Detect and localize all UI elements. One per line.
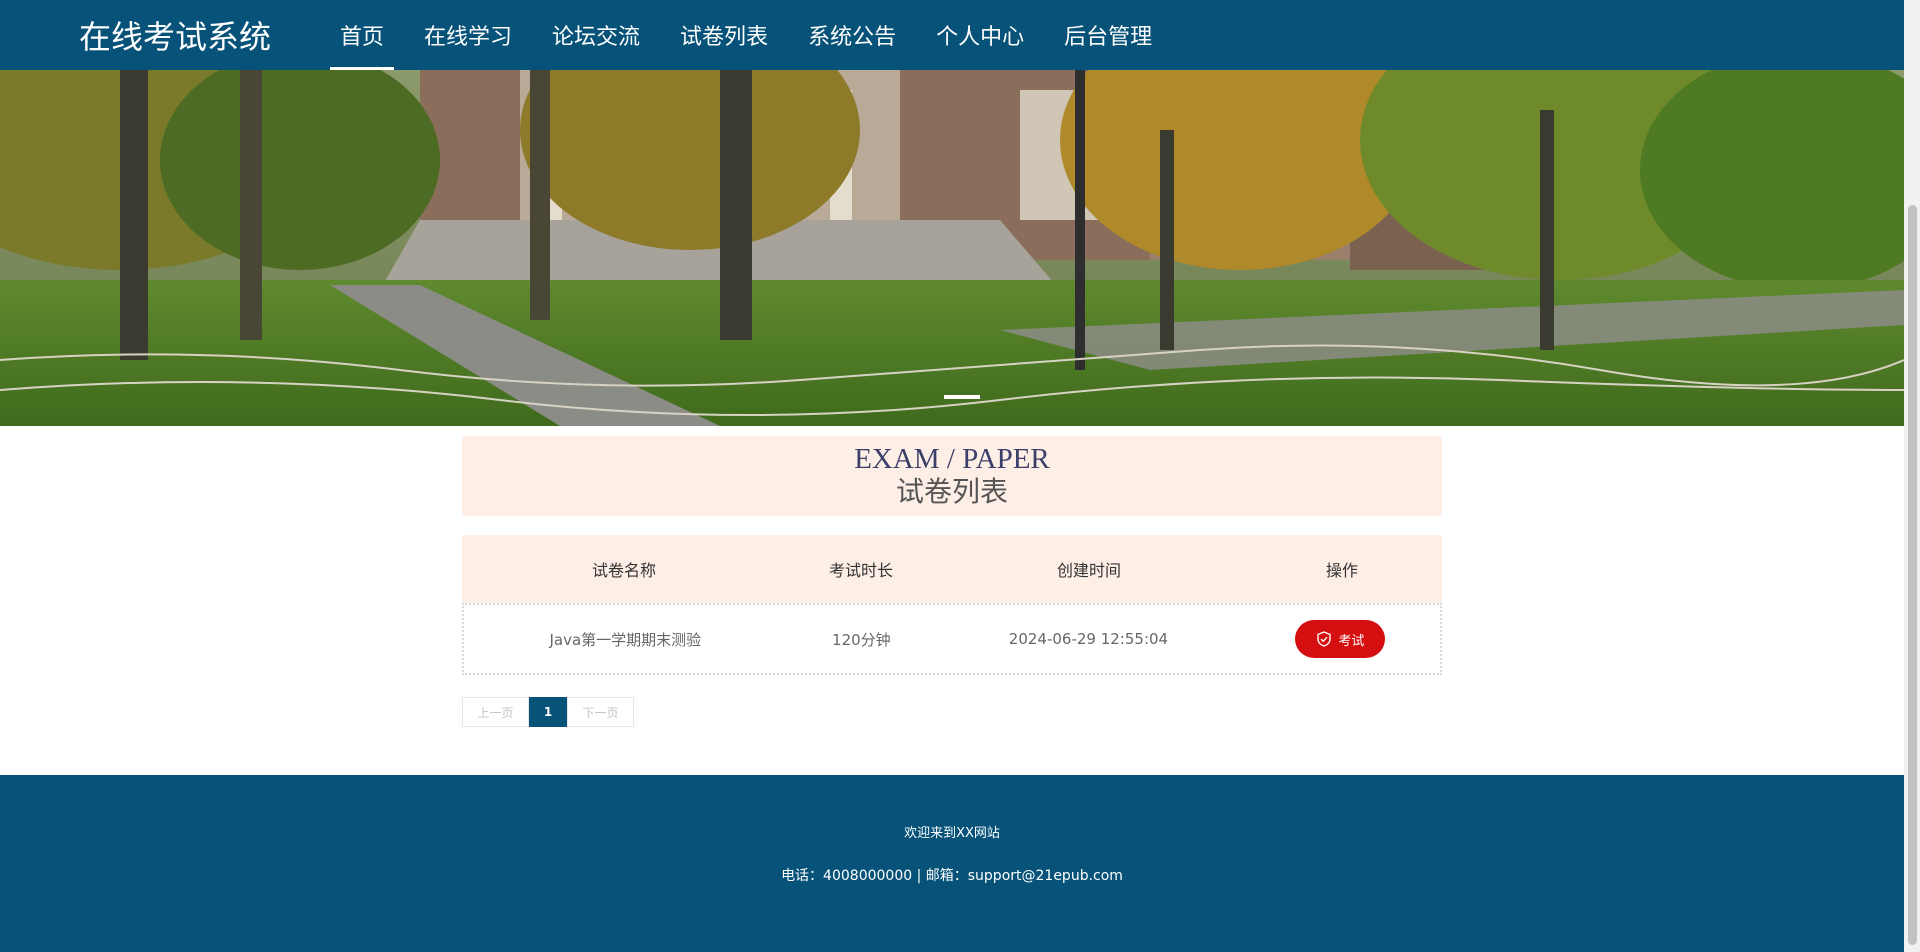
section-title-en: EXAM / PAPER (854, 443, 1050, 475)
nav-item-home[interactable]: 首页 (322, 0, 402, 70)
cell-action: 考试 (1241, 620, 1440, 658)
section-title-cn: 试卷列表 (895, 475, 1008, 508)
nav-item-personal-center[interactable]: 个人中心 (918, 0, 1042, 70)
header-action: 操作 (1325, 561, 1358, 580)
header-duration: 考试时长 (828, 561, 893, 580)
page-scrollbar[interactable] (1904, 0, 1920, 952)
main-nav: 首页 在线学习 论坛交流 试卷列表 系统公告 个人中心 后台管理 (322, 0, 1174, 70)
hero-banner (0, 70, 1904, 426)
nav-item-announcements[interactable]: 系统公告 (790, 0, 914, 70)
shield-check-icon (1317, 631, 1332, 647)
paper-table: 试卷名称 考试时长 创建时间 操作 Java第一学期期末测验 120分钟 202… (462, 535, 1442, 675)
header-created-time: 创建时间 (1056, 561, 1121, 580)
site-footer: 欢迎来到XX网站 电话：4008000000 | 邮箱：support@21ep… (0, 775, 1904, 952)
pagination: 上一页 1 下一页 (462, 697, 634, 727)
nav-item-paper-list[interactable]: 试卷列表 (662, 0, 786, 70)
prev-page-button[interactable]: 上一页 (462, 697, 529, 727)
nav-item-admin[interactable]: 后台管理 (1046, 0, 1170, 70)
next-page-button[interactable]: 下一页 (567, 697, 634, 727)
cell-paper-name: Java第一学期期末测验 (549, 630, 702, 649)
table-row: Java第一学期期末测验 120分钟 2024-06-29 12:55:04 考… (462, 603, 1442, 675)
section-title-block: EXAM / PAPER 试卷列表 (462, 436, 1442, 516)
scrollbar-thumb[interactable] (1908, 205, 1917, 945)
cell-created-time: 2024-06-29 12:55:04 (1008, 630, 1169, 648)
cell-duration: 120分钟 (832, 630, 891, 649)
top-navigation-bar: 在线考试系统 首页 在线学习 论坛交流 试卷列表 系统公告 个人中心 后台管理 (0, 0, 1904, 70)
nav-item-online-learning[interactable]: 在线学习 (406, 0, 530, 70)
start-exam-button[interactable]: 考试 (1295, 620, 1386, 658)
footer-contact-text: 电话：4008000000 | 邮箱：support@21epub.com (781, 868, 1123, 884)
start-exam-label: 考试 (1338, 632, 1365, 648)
footer-welcome-text: 欢迎来到XX网站 (904, 826, 1000, 841)
carousel-indicator (944, 395, 980, 399)
current-page-button[interactable]: 1 (529, 697, 567, 727)
header-paper-name: 试卷名称 (591, 561, 656, 580)
nav-item-forum[interactable]: 论坛交流 (534, 0, 658, 70)
site-brand[interactable]: 在线考试系统 (79, 0, 271, 70)
table-header: 试卷名称 考试时长 创建时间 操作 (462, 535, 1442, 603)
campus-banner-image (0, 70, 1904, 426)
